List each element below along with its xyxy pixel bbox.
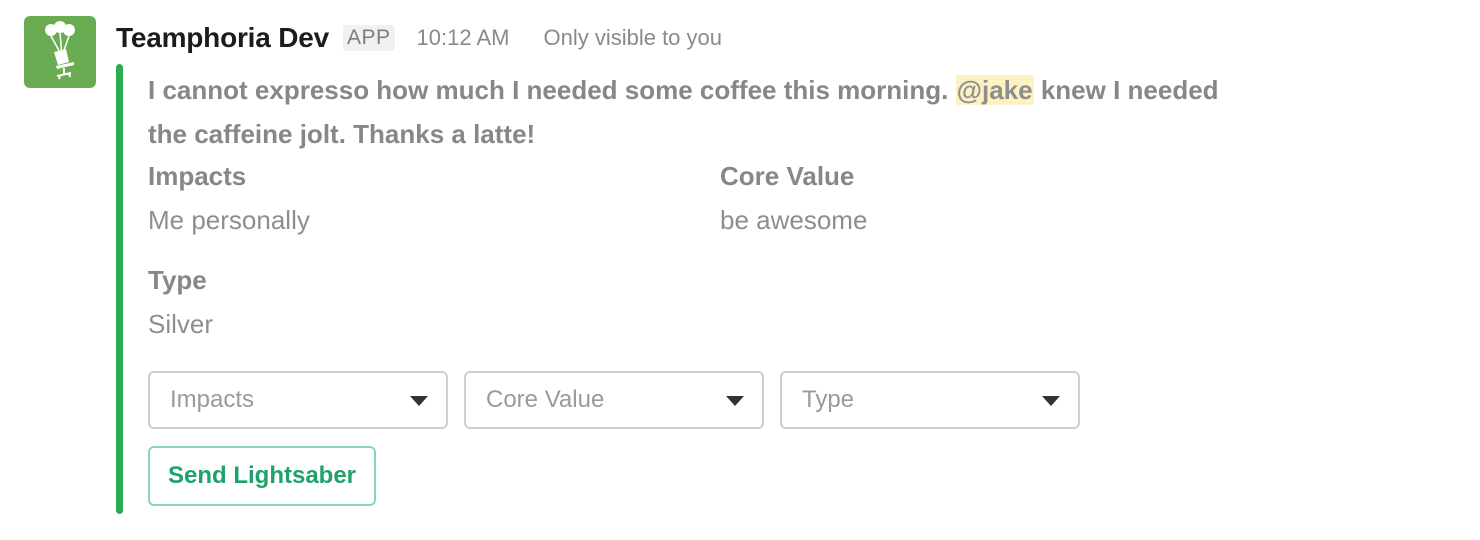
body-text-part: I cannot expresso how much I needed some… bbox=[148, 75, 949, 105]
core-value-select[interactable]: Core Value bbox=[464, 371, 764, 429]
field-impacts: Impacts Me personally bbox=[148, 160, 310, 236]
select-placeholder: Core Value bbox=[486, 386, 605, 413]
field-value: Me personally bbox=[148, 205, 310, 235]
field-title: Type bbox=[148, 265, 207, 295]
visibility-note: Only visible to you bbox=[543, 25, 722, 50]
app-avatar[interactable] bbox=[24, 16, 96, 88]
balloons-chair-icon bbox=[45, 21, 75, 80]
field-value: be awesome bbox=[720, 205, 868, 235]
field-title: Core Value bbox=[720, 161, 855, 191]
caret-down-icon bbox=[726, 396, 744, 406]
message-body-line: I cannot expresso how much I needed some… bbox=[148, 68, 1298, 112]
type-select[interactable]: Type bbox=[780, 371, 1080, 429]
field-title: Impacts bbox=[148, 161, 247, 191]
message-body-line: the caffeine jolt. Thanks a latte! bbox=[148, 119, 536, 149]
select-placeholder: Impacts bbox=[170, 386, 255, 413]
timestamp[interactable]: 10:12 AM bbox=[417, 25, 510, 51]
caret-down-icon bbox=[410, 396, 428, 406]
body-text-part: knew I needed bbox=[1040, 75, 1219, 105]
message: Teamphoria Dev APP 10:12 AM Only visible… bbox=[24, 16, 1464, 526]
impacts-select[interactable]: Impacts bbox=[148, 371, 448, 429]
app-badge: APP bbox=[342, 25, 395, 51]
user-mention[interactable]: @jake bbox=[955, 75, 1034, 105]
send-lightsaber-button[interactable]: Send Lightsaber bbox=[148, 446, 376, 506]
select-placeholder: Type bbox=[802, 386, 855, 413]
caret-down-icon bbox=[1042, 396, 1060, 406]
message-body: I cannot expresso how much I needed some… bbox=[148, 68, 1298, 156]
message-attachment: I cannot expresso how much I needed some… bbox=[116, 64, 1316, 514]
sender-name[interactable]: Teamphoria Dev bbox=[116, 22, 329, 54]
field-type: Type Silver bbox=[148, 264, 213, 340]
message-header: Teamphoria Dev APP 10:12 AM Only visible… bbox=[116, 20, 722, 56]
attachment-accent-bar bbox=[116, 64, 123, 514]
field-value: Silver bbox=[148, 309, 214, 339]
field-core-value: Core Value be awesome bbox=[720, 160, 867, 236]
